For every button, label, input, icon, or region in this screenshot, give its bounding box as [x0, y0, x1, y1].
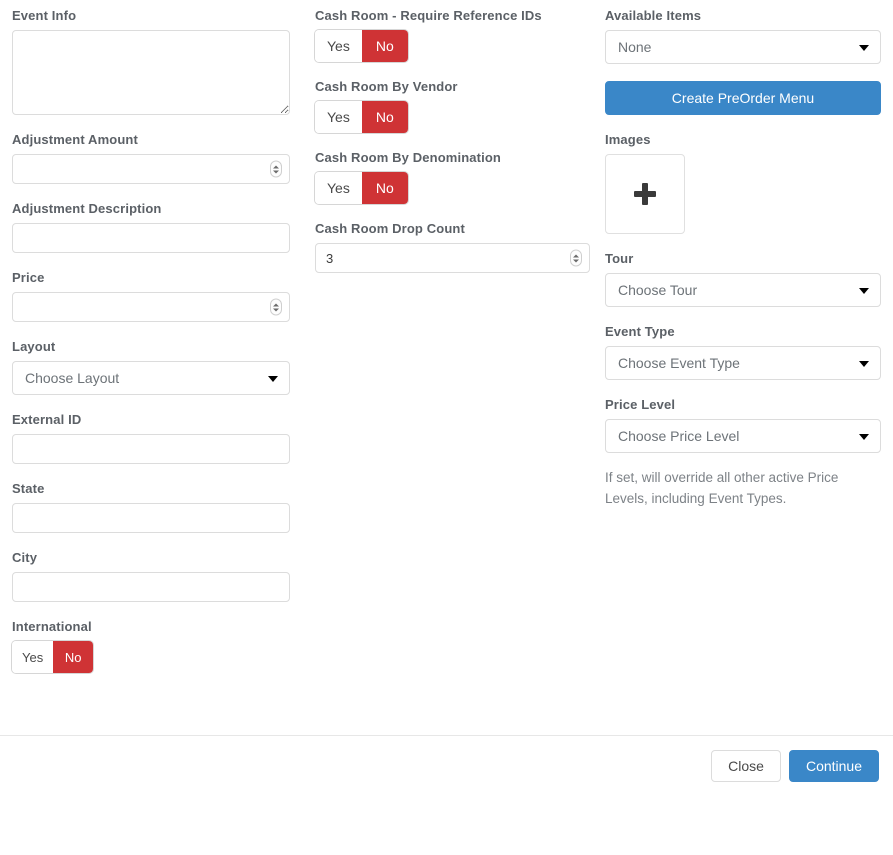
- chevron-down-icon: [273, 308, 279, 311]
- international-no-option[interactable]: No: [53, 641, 93, 673]
- cash-room-by-vendor-no-option[interactable]: No: [362, 101, 408, 133]
- cash-room-drop-count-wrap: [315, 243, 590, 273]
- field-cash-room-drop-count: Cash Room Drop Count: [315, 221, 590, 273]
- chevron-up-icon: [573, 254, 579, 257]
- right-column: Available Items None Create PreOrder Men…: [600, 0, 893, 523]
- label-international: International: [12, 619, 290, 635]
- close-button[interactable]: Close: [711, 750, 781, 782]
- field-price-level: Price Level Choose Price Level If set, w…: [605, 397, 881, 509]
- adjustment-description-input[interactable]: [12, 223, 290, 253]
- cash-room-by-vendor-toggle[interactable]: Yes No: [315, 101, 408, 133]
- cash-room-by-denomination-no-option[interactable]: No: [362, 172, 408, 204]
- available-items-select[interactable]: None: [605, 30, 881, 64]
- label-event-info: Event Info: [12, 8, 290, 24]
- adjustment-amount-stepper[interactable]: [270, 161, 282, 178]
- tour-select[interactable]: Choose Tour: [605, 273, 881, 307]
- field-cash-room-require-reference-ids: Cash Room - Require Reference IDs Yes No: [315, 8, 590, 62]
- field-tour: Tour Choose Tour: [605, 251, 881, 307]
- event-type-select-wrap: Choose Event Type: [605, 346, 881, 380]
- label-cash-room-require-reference-ids: Cash Room - Require Reference IDs: [315, 8, 590, 24]
- cash-room-drop-count-input[interactable]: [315, 243, 590, 273]
- middle-column: Cash Room - Require Reference IDs Yes No…: [305, 0, 600, 290]
- state-input[interactable]: [12, 503, 290, 533]
- price-stepper[interactable]: [270, 299, 282, 316]
- field-available-items: Available Items None: [605, 8, 881, 64]
- field-international: International Yes No: [12, 619, 290, 673]
- price-input[interactable]: [12, 292, 290, 322]
- price-level-help-text: If set, will override all other active P…: [605, 467, 870, 509]
- price-level-select-wrap: Choose Price Level: [605, 419, 881, 453]
- layout-select[interactable]: Choose Layout: [12, 361, 290, 395]
- price-wrap: [12, 292, 290, 322]
- tour-select-wrap: Choose Tour: [605, 273, 881, 307]
- cash-room-require-reference-ids-no-option[interactable]: No: [362, 30, 408, 62]
- field-city: City: [12, 550, 290, 602]
- chevron-down-icon: [573, 259, 579, 262]
- label-images: Images: [605, 132, 881, 148]
- field-cash-room-by-denomination: Cash Room By Denomination Yes No: [315, 150, 590, 204]
- label-layout: Layout: [12, 339, 290, 355]
- modal-body: Event Info Adjustment Amount Adjustment …: [0, 0, 893, 795]
- layout-select-wrap: Choose Layout: [12, 361, 290, 395]
- cash-room-by-denomination-yes-option[interactable]: Yes: [315, 172, 362, 204]
- field-cash-room-by-vendor: Cash Room By Vendor Yes No: [315, 79, 590, 133]
- label-adjustment-amount: Adjustment Amount: [12, 132, 290, 148]
- external-id-input[interactable]: [12, 434, 290, 464]
- chevron-up-icon: [273, 303, 279, 306]
- field-images: Images: [605, 132, 881, 234]
- add-image-dropzone[interactable]: [605, 154, 685, 234]
- label-tour: Tour: [605, 251, 881, 267]
- price-level-select[interactable]: Choose Price Level: [605, 419, 881, 453]
- label-adjustment-description: Adjustment Description: [12, 201, 290, 217]
- label-available-items: Available Items: [605, 8, 881, 24]
- label-external-id: External ID: [12, 412, 290, 428]
- create-preorder-menu-button[interactable]: Create PreOrder Menu: [605, 81, 881, 115]
- city-input[interactable]: [12, 572, 290, 602]
- chevron-up-icon: [273, 165, 279, 168]
- label-cash-room-drop-count: Cash Room Drop Count: [315, 221, 590, 237]
- label-price: Price: [12, 270, 290, 286]
- international-toggle[interactable]: Yes No: [12, 641, 93, 673]
- plus-icon: [634, 183, 656, 205]
- field-create-preorder-menu: Create PreOrder Menu: [605, 81, 881, 115]
- event-info-textarea[interactable]: [12, 30, 290, 115]
- continue-button[interactable]: Continue: [789, 750, 879, 782]
- field-adjustment-description: Adjustment Description: [12, 201, 290, 253]
- event-type-select[interactable]: Choose Event Type: [605, 346, 881, 380]
- chevron-down-icon: [273, 170, 279, 173]
- cash-room-drop-count-stepper[interactable]: [570, 250, 582, 267]
- cash-room-by-denomination-toggle[interactable]: Yes No: [315, 172, 408, 204]
- modal-footer: Close Continue: [0, 735, 893, 795]
- international-yes-option[interactable]: Yes: [12, 641, 53, 673]
- form-columns: Event Info Adjustment Amount Adjustment …: [0, 0, 893, 673]
- field-external-id: External ID: [12, 412, 290, 464]
- field-state: State: [12, 481, 290, 533]
- left-column: Event Info Adjustment Amount Adjustment …: [0, 0, 305, 673]
- label-city: City: [12, 550, 290, 566]
- field-event-info: Event Info: [12, 8, 290, 115]
- adjustment-amount-wrap: [12, 154, 290, 184]
- field-adjustment-amount: Adjustment Amount: [12, 132, 290, 184]
- field-event-type: Event Type Choose Event Type: [605, 324, 881, 380]
- label-cash-room-by-denomination: Cash Room By Denomination: [315, 150, 590, 166]
- label-state: State: [12, 481, 290, 497]
- label-cash-room-by-vendor: Cash Room By Vendor: [315, 79, 590, 95]
- label-event-type: Event Type: [605, 324, 881, 340]
- adjustment-amount-input[interactable]: [12, 154, 290, 184]
- label-price-level: Price Level: [605, 397, 881, 413]
- cash-room-require-reference-ids-yes-option[interactable]: Yes: [315, 30, 362, 62]
- field-layout: Layout Choose Layout: [12, 339, 290, 395]
- available-items-select-wrap: None: [605, 30, 881, 64]
- field-price: Price: [12, 270, 290, 322]
- cash-room-by-vendor-yes-option[interactable]: Yes: [315, 101, 362, 133]
- cash-room-require-reference-ids-toggle[interactable]: Yes No: [315, 30, 408, 62]
